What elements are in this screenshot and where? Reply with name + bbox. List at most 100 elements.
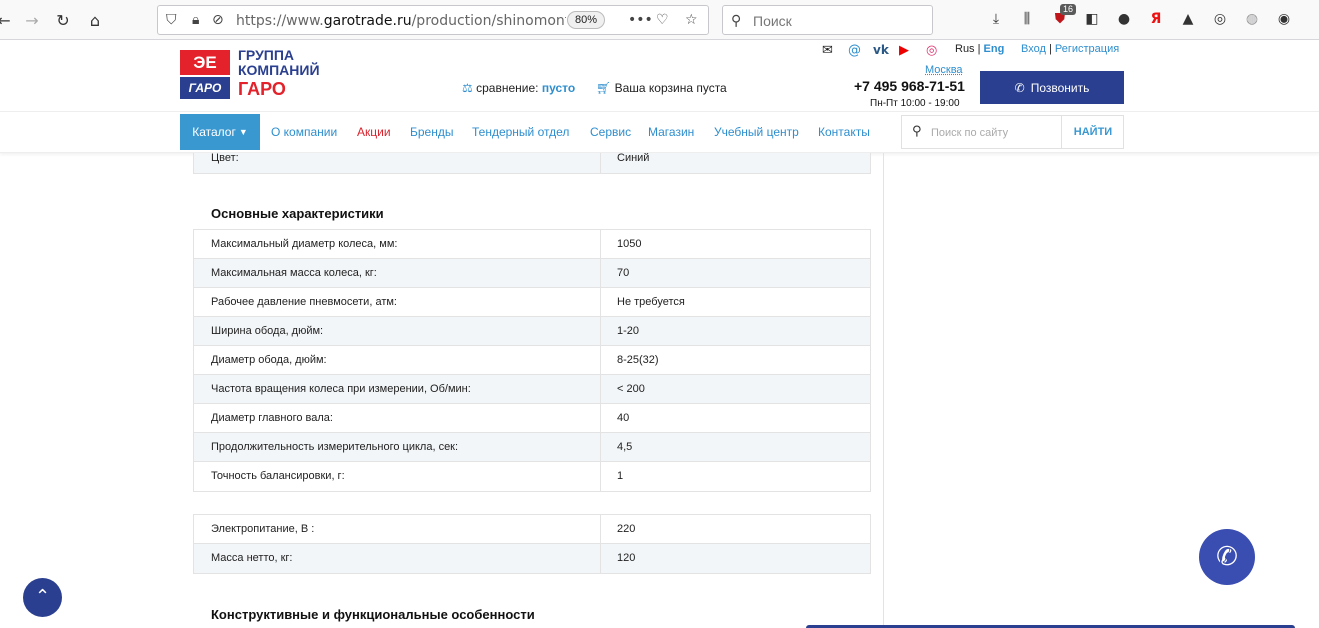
sidebar-icon[interactable]: ◧ (1082, 9, 1102, 29)
site-search: ⚲ Поиск по сайту НАЙТИ (901, 115, 1124, 149)
lock-icon[interactable]: 🔒︎ (192, 12, 199, 28)
browser-toolbar: ← → ↻ ⌂ ⛉ 🔒︎ ⊘ https://www.garotrade.ru/… (0, 0, 1319, 40)
zoom-indicator[interactable]: 80% (567, 11, 605, 29)
power-specs-table: Электропитание, В : 220 Масса нетто, кг: 1… (193, 514, 871, 574)
main-content: Цвет: Синий Основные характеристики Макс… (0, 153, 1319, 628)
spec-key: Точность балансировки, г: (194, 462, 601, 491)
table-row: Электропитание, В : 220 (194, 515, 870, 544)
spec-value: 40 (617, 412, 630, 424)
downloads-icon[interactable]: ⤓ (986, 9, 1006, 29)
city-selector[interactable]: Москва (925, 64, 963, 76)
tracking-icon[interactable]: ⊘ (212, 12, 224, 28)
account-icon[interactable]: ◉ (1274, 9, 1294, 29)
lang-rus[interactable]: Rus (955, 43, 975, 55)
compare-value: пусто (541, 81, 576, 95)
nav-item-about[interactable]: О компании (271, 125, 337, 139)
spec-value: 8-25(32) (617, 354, 659, 366)
nav-item-shop[interactable]: Магазин (648, 125, 694, 139)
reload-button[interactable]: ↻ (51, 8, 75, 32)
spec-key: Продолжительность измерительного цикла, … (194, 433, 601, 461)
spec-value: 70 (617, 267, 630, 279)
spec-key: Максимальная масса колеса, кг: (194, 259, 601, 287)
logo-bottom: ГАРО (180, 77, 230, 99)
scroll-to-top-button[interactable]: ⌃ (23, 578, 62, 617)
extension-icon[interactable]: ● (1114, 9, 1134, 29)
spec-key: Ширина обода, дюйм: (194, 317, 601, 345)
forward-button[interactable]: → (20, 8, 44, 32)
spec-value: 1 (617, 470, 624, 482)
drive-icon[interactable]: ▲ (1178, 9, 1198, 29)
cart-link[interactable]: 🛒︎ Ваша корзина пуста (596, 81, 727, 95)
logo-text[interactable]: ГРУППА КОМПАНИЙ ГАРО (238, 48, 320, 100)
callback-fab[interactable]: ✆ (1199, 529, 1255, 585)
back-button[interactable]: ← (0, 8, 16, 32)
table-row: Масса нетто, кг: 120 (194, 544, 870, 573)
url-text[interactable]: https://www.garotrade.ru/production/shin… (236, 13, 566, 29)
more-actions-icon[interactable]: ••• (628, 12, 653, 28)
work-hours: Пн-Пт 10:00 - 19:00 (870, 98, 960, 109)
vk-icon[interactable]: vk (873, 43, 889, 57)
pocket-icon[interactable]: ♡ (656, 12, 669, 28)
email-at-icon[interactable]: @ (848, 43, 861, 58)
spec-value: 220 (617, 523, 636, 535)
cart-label: Ваша корзина пуста (614, 81, 727, 95)
sidebar-divider (883, 153, 884, 628)
table-row: Диаметр обода, дюйм: 8-25(32) (194, 346, 870, 375)
chevron-up-icon: ⌃ (34, 586, 51, 607)
phone-icon: ✆ (1216, 542, 1238, 572)
compare-link[interactable]: ⚖ сравнение: пусто (462, 81, 575, 95)
logo-line-3: ГАРО (238, 79, 286, 99)
search-icon: ⚲ (912, 124, 922, 139)
main-specs-table: Максимальный диаметр колеса, мм: 1050 Мак… (193, 229, 871, 492)
lang-separator: | (977, 43, 981, 55)
logo[interactable]: ЭЕ ГАРО (180, 50, 230, 100)
register-link[interactable]: Регистрация (1055, 43, 1119, 55)
logo-line-1: ГРУППА (238, 47, 295, 63)
library-icon[interactable]: ⫼ (1017, 9, 1037, 29)
color-table: Цвет: Синий (193, 153, 871, 174)
shield-icon[interactable]: ⛉ (166, 12, 177, 28)
lang-eng[interactable]: Eng (984, 43, 1005, 55)
site-search-button[interactable]: НАЙТИ (1061, 116, 1124, 148)
browser-search-placeholder: Поиск (753, 13, 792, 29)
extension-2-icon[interactable]: ◎ (1210, 9, 1230, 29)
search-icon: ⚲ (731, 13, 742, 29)
globe-icon[interactable]: ◍ (1242, 9, 1262, 29)
ublock-count-badge: 16 (1060, 4, 1077, 15)
youtube-icon[interactable]: ▶ (899, 43, 909, 58)
table-row: Частота вращения колеса при измерении, О… (194, 375, 870, 404)
spec-key: Электропитание, В : (194, 515, 601, 543)
nav-item-promotions[interactable]: Акции (357, 125, 391, 139)
phone-number[interactable]: +7 495 968-71-51 (854, 78, 965, 94)
auth-separator: | (1048, 43, 1052, 55)
features-title: Конструктивные и функциональные особенно… (211, 607, 535, 622)
table-row: Максимальная масса колеса, кг: 70 (194, 259, 870, 288)
catalog-label: Каталог (192, 125, 236, 139)
home-button[interactable]: ⌂ (83, 8, 107, 32)
nav-item-brands[interactable]: Бренды (410, 125, 453, 139)
auth-links: Вход | Регистрация (1021, 43, 1119, 55)
catalog-button[interactable]: Каталог ▼ (180, 114, 260, 150)
nav-item-tender[interactable]: Тендерный отдел (472, 125, 569, 139)
browser-search-input[interactable]: ⚲ Поиск (722, 5, 933, 35)
mail-icon[interactable]: ✉ (822, 43, 833, 58)
nav-item-contacts[interactable]: Контакты (818, 125, 870, 139)
spec-key: Рабочее давление пневмосети, атм: (194, 288, 601, 316)
address-bar[interactable]: ⛉ 🔒︎ ⊘ https://www.garotrade.ru/producti… (157, 5, 709, 35)
nav-item-training[interactable]: Учебный центр (714, 125, 799, 139)
spec-key: Максимальный диаметр колеса, мм: (194, 230, 601, 258)
table-row: Ширина обода, дюйм: 1-20 (194, 317, 870, 346)
bookmark-star-icon[interactable]: ☆ (685, 12, 698, 28)
spec-value: 1-20 (617, 325, 640, 337)
table-row: Продолжительность измерительного цикла, … (194, 433, 870, 462)
instagram-icon[interactable]: ◎ (926, 43, 937, 58)
site-search-input[interactable]: Поиск по сайту (931, 127, 1008, 139)
spec-key: Частота вращения колеса при измерении, О… (194, 375, 601, 403)
nav-item-service[interactable]: Сервис (590, 125, 631, 139)
yandex-icon[interactable]: Я (1146, 9, 1166, 29)
table-row: Точность балансировки, г: 1 (194, 462, 870, 491)
call-button[interactable]: ✆ Позвонить (980, 71, 1124, 104)
spec-value: 120 (617, 552, 636, 564)
login-link[interactable]: Вход (1021, 43, 1046, 55)
language-switcher: Rus | Eng (955, 43, 1004, 55)
